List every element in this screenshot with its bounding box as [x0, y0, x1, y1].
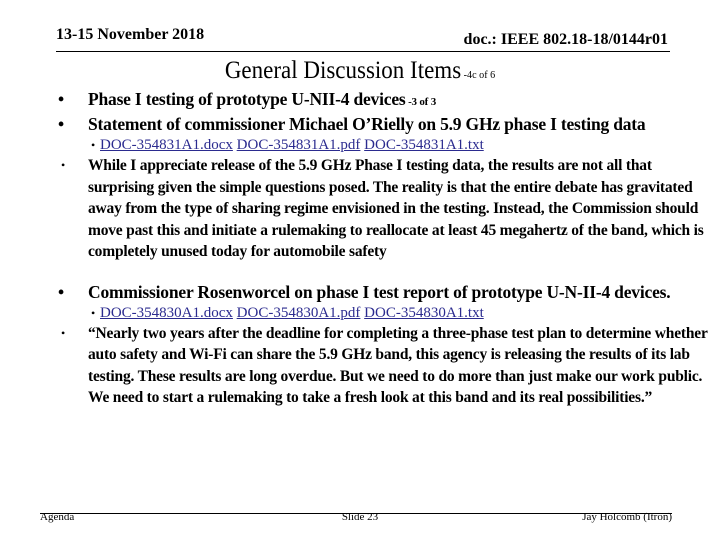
bullet-icon: •	[91, 305, 96, 320]
quote-text: While I appreciate release of the 5.9 GH…	[88, 157, 704, 260]
header-divider	[56, 51, 670, 52]
link-pdf[interactable]: DOC-354830A1.pdf	[237, 305, 361, 321]
links-rosenworcel: • DOC-354830A1.docx DOC-354830A1.pdf DOC…	[28, 303, 710, 323]
bullet-item-phase-testing: • Phase I testing of prototype U-NII-4 d…	[28, 88, 710, 113]
bullet-icon: •	[91, 138, 96, 152]
quote-rosenworcel: • “Nearly two years after the deadline f…	[28, 323, 710, 409]
slide-body: • Phase I testing of prototype U-NII-4 d…	[28, 88, 710, 409]
slide-title: General Discussion Items -4c of 6	[29, 57, 691, 85]
slide-title-main: General Discussion Items	[224, 57, 462, 84]
bullet-item-rosenworcel: • Commissioner Rosenworcel on phase I te…	[28, 281, 710, 303]
link-docx[interactable]: DOC-354831A1.docx	[100, 137, 233, 153]
bullet-icon: •	[61, 158, 66, 172]
link-pdf[interactable]: DOC-354831A1.pdf	[237, 137, 361, 153]
header-doc-id: doc.: IEEE 802.18-18/0144r01	[463, 31, 668, 48]
footer-author: Jay Holcomb (Itron)	[582, 511, 672, 523]
bullet-text: Statement of commissioner Michael O’Riel…	[88, 114, 646, 134]
bullet-icon: •	[58, 89, 64, 109]
links-orielly: • DOC-354831A1.docx DOC-354831A1.pdf DOC…	[28, 135, 710, 155]
quote-text: “Nearly two years after the deadline for…	[88, 324, 708, 407]
bullet-suffix: -3 of 3	[405, 96, 436, 108]
bullet-text: Commissioner Rosenworcel on phase I test…	[88, 281, 671, 302]
bullet-icon: •	[61, 325, 66, 340]
bullet-icon: •	[58, 114, 64, 134]
bullet-text: Phase I testing of prototype U-NII-4 dev…	[88, 89, 406, 109]
link-txt[interactable]: DOC-354831A1.txt	[364, 137, 484, 153]
quote-orielly: • While I appreciate release of the 5.9 …	[28, 155, 710, 263]
link-txt[interactable]: DOC-354830A1.txt	[364, 305, 484, 321]
header-date: 13-15 November 2018	[56, 26, 205, 43]
slide-title-suffix: -4c of 6	[461, 69, 496, 81]
link-docx[interactable]: DOC-354830A1.docx	[100, 305, 233, 321]
bullet-icon: •	[58, 281, 64, 302]
bullet-item-orielly: • Statement of commissioner Michael O’Ri…	[28, 113, 710, 135]
